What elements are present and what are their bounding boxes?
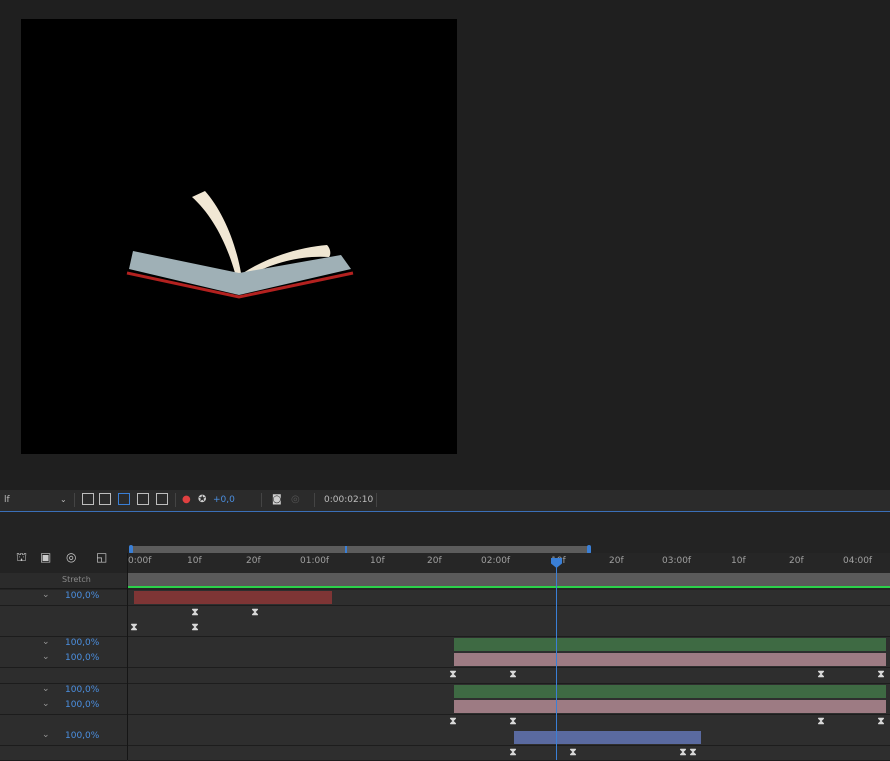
magnification-value[interactable]: lf: [4, 493, 10, 507]
channel-icon[interactable]: ●: [182, 493, 191, 507]
region-of-interest-icon[interactable]: [82, 493, 94, 505]
keyframe-icon[interactable]: ⧗: [509, 669, 517, 680]
stretch-value[interactable]: 100,0%: [65, 653, 99, 663]
layer-row-1[interactable]: ⌄ 100,0%: [0, 590, 127, 606]
stretch-value[interactable]: 100,0%: [65, 700, 99, 710]
keyframe-icon[interactable]: ⧗: [817, 716, 825, 727]
graph-editor-icon[interactable]: ◱: [96, 550, 107, 564]
ruler-label: 10f: [370, 556, 385, 566]
keyframe-icon[interactable]: ⧗: [130, 622, 138, 633]
draft-3d-icon[interactable]: ⛫: [16, 550, 27, 566]
twirl-chevron-icon[interactable]: ⌄: [42, 684, 50, 694]
property-row: [0, 715, 127, 731]
twirl-chevron-icon[interactable]: ⌄: [42, 590, 50, 600]
layer-duration-bar[interactable]: [134, 591, 332, 604]
keyframe-icon[interactable]: ⧗: [191, 607, 199, 618]
snapshot-camera-icon[interactable]: ◙: [272, 493, 282, 507]
time-navigator-bar[interactable]: [131, 546, 589, 553]
keyframe-icon[interactable]: ⧗: [191, 622, 199, 633]
layer-track-6: [128, 730, 890, 746]
property-row: [0, 606, 127, 622]
exposure-value[interactable]: +0,0: [213, 493, 235, 507]
navigator-playhead-marker: [345, 546, 347, 553]
keyframe-track: ⧗ ⧗: [128, 621, 890, 637]
work-area-bar[interactable]: [128, 573, 890, 587]
keyframe-icon[interactable]: ⧗: [877, 669, 885, 680]
layer-row-3[interactable]: ⌄ 100,0%: [0, 652, 127, 668]
stretch-value[interactable]: 100,0%: [65, 591, 99, 601]
ruler-label: 0:00f: [128, 556, 152, 566]
viewer-toolbar: lf ⌄ ● ✪ +0,0 ◙ ◎ 0:00:02:10: [0, 490, 890, 512]
current-time-indicator-line: [556, 560, 557, 760]
keyframe-track: ⧗ ⧗ ⧗ ⧗: [128, 746, 890, 761]
layer-track-1: [128, 590, 890, 606]
keyframe-icon[interactable]: ⧗: [679, 747, 687, 758]
exposure-reset-icon[interactable]: ✪: [198, 493, 206, 507]
twirl-chevron-icon[interactable]: ⌄: [42, 730, 50, 740]
layer-duration-bar[interactable]: [454, 638, 886, 651]
ruler-label: 04:00f: [843, 556, 873, 566]
stretch-value[interactable]: 100,0%: [65, 731, 99, 741]
layer-row-6[interactable]: ⌄ 100,0%: [0, 730, 127, 746]
keyframe-track: ⧗ ⧗ ⧗ ⧗: [128, 668, 890, 684]
keyframe-icon[interactable]: ⧗: [449, 716, 457, 727]
keyframe-icon[interactable]: ⧗: [569, 747, 577, 758]
ruler-label: 01:00f: [300, 556, 330, 566]
safe-zones-icon[interactable]: [137, 493, 149, 505]
stretch-column-header[interactable]: Stretch: [62, 575, 91, 584]
keyframe-icon[interactable]: ⧗: [689, 747, 697, 758]
book-artwork: [126, 191, 354, 299]
twirl-chevron-icon[interactable]: ⌄: [42, 637, 50, 647]
keyframe-icon[interactable]: ⧗: [449, 669, 457, 680]
keyframe-track: ⧗ ⧗ ⧗ ⧗: [128, 715, 890, 731]
property-row: [0, 668, 127, 684]
mask-path-icon[interactable]: [118, 493, 130, 505]
ruler-label: 20f: [427, 556, 442, 566]
frame-blending-icon[interactable]: ▣: [40, 550, 51, 564]
layer-track-5: [128, 699, 890, 715]
ruler-label: 03:00f: [662, 556, 692, 566]
dropdown-chevron-icon[interactable]: ⌄: [60, 493, 67, 507]
stretch-value[interactable]: 100,0%: [65, 638, 99, 648]
layer-track-3: [128, 652, 890, 668]
keyframe-icon[interactable]: ⧗: [251, 607, 259, 618]
transparency-grid-icon[interactable]: [99, 493, 111, 505]
layer-track-4: [128, 684, 890, 700]
current-timecode[interactable]: 0:00:02:10: [324, 493, 373, 507]
stretch-value[interactable]: 100,0%: [65, 685, 99, 695]
layer-track-2: [128, 637, 890, 653]
ruler-label: 10f: [187, 556, 202, 566]
keyframe-icon[interactable]: ⧗: [509, 716, 517, 727]
panel-divider: [127, 553, 128, 760]
motion-blur-icon[interactable]: ◎: [66, 550, 76, 564]
keyframe-track: ⧗ ⧗: [128, 606, 890, 622]
layer-row-4[interactable]: ⌄ 100,0%: [0, 684, 127, 700]
twirl-chevron-icon[interactable]: ⌄: [42, 699, 50, 709]
property-row: [0, 746, 127, 761]
layer-row-2[interactable]: ⌄ 100,0%: [0, 637, 127, 653]
layer-duration-bar[interactable]: [514, 731, 701, 744]
ruler-label: 20f: [789, 556, 804, 566]
keyframe-icon[interactable]: ⧗: [817, 669, 825, 680]
ruler-label: 20f: [246, 556, 261, 566]
twirl-chevron-icon[interactable]: ⌄: [42, 652, 50, 662]
ruler-label: 02:00f: [481, 556, 511, 566]
work-area-green-line: [128, 586, 890, 588]
show-snapshot-icon[interactable]: ◎: [291, 493, 300, 507]
layer-duration-bar[interactable]: [454, 685, 886, 698]
layer-duration-bar[interactable]: [454, 700, 886, 713]
layer-duration-bar[interactable]: [454, 653, 886, 666]
keyframe-icon[interactable]: ⧗: [509, 747, 517, 758]
grid-icon[interactable]: [156, 493, 168, 505]
composition-canvas[interactable]: [21, 19, 457, 454]
ruler-label: 20f: [609, 556, 624, 566]
property-row: [0, 621, 127, 637]
ruler-label: 10f: [731, 556, 746, 566]
layer-row-5[interactable]: ⌄ 100,0%: [0, 699, 127, 715]
keyframe-icon[interactable]: ⧗: [877, 716, 885, 727]
column-header-row: Stretch: [0, 573, 127, 589]
